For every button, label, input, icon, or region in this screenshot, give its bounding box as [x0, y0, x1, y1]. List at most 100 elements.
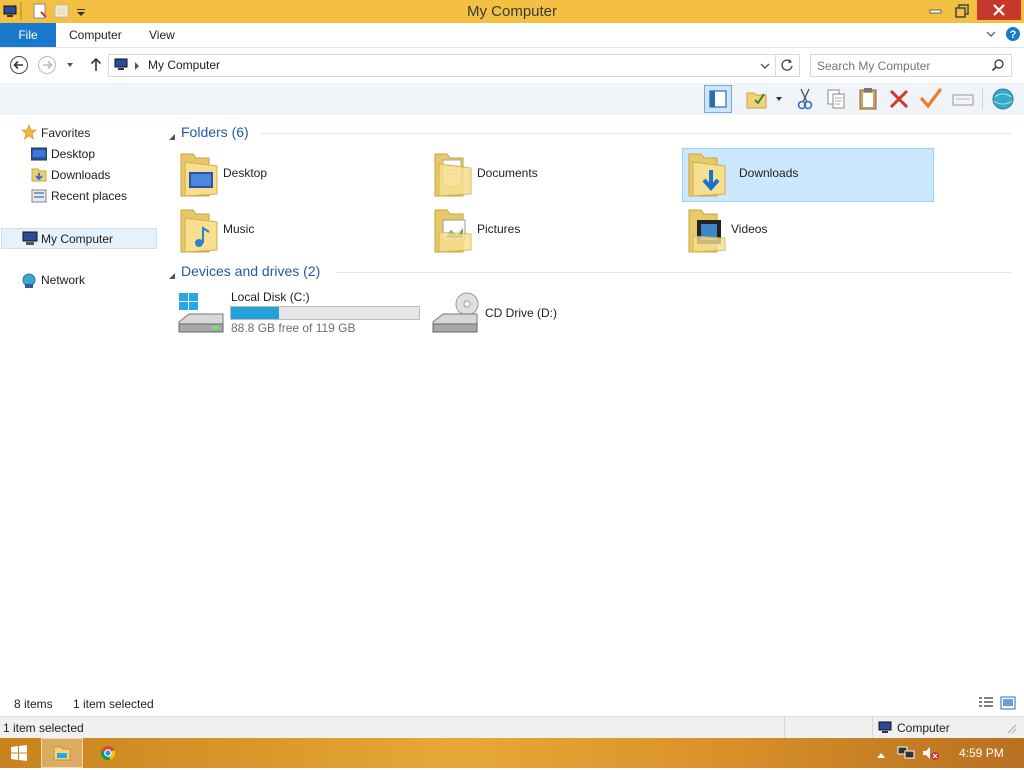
delete-icon	[889, 89, 909, 109]
cut-button[interactable]	[792, 86, 818, 112]
close-icon	[993, 4, 1005, 16]
disk-usage-bar	[230, 306, 420, 320]
folder-videos[interactable]: Videos	[682, 204, 932, 256]
desktop-icon	[30, 147, 48, 161]
chrome-icon	[100, 746, 116, 761]
folder-downloads[interactable]: Downloads	[682, 148, 934, 202]
back-button[interactable]	[9, 55, 29, 75]
volume-muted-icon[interactable]	[922, 745, 940, 764]
rename-button[interactable]	[918, 86, 944, 112]
tile-label: Downloads	[739, 166, 799, 180]
network-button[interactable]	[990, 86, 1016, 112]
file-explorer-icon	[53, 746, 71, 761]
taskbar-explorer-button[interactable]	[41, 738, 83, 768]
nav-label: Desktop	[51, 147, 96, 161]
address-row: My Computer	[0, 48, 1024, 82]
tab-computer[interactable]: Computer	[69, 23, 122, 47]
collapse-icon[interactable]	[168, 128, 176, 144]
nav-label: Recent places	[51, 189, 128, 203]
expand-ribbon-icon[interactable]	[985, 28, 997, 43]
svg-text:?: ?	[1010, 29, 1017, 41]
layout-icon	[709, 90, 727, 108]
windows-logo-icon	[11, 745, 27, 761]
folder-desktop[interactable]: Desktop	[174, 148, 424, 200]
preview-pane-button[interactable]	[704, 85, 732, 113]
tab-file[interactable]: File	[0, 23, 56, 47]
details-view-button[interactable]	[978, 696, 994, 713]
tile-label: CD Drive (D:)	[485, 306, 557, 320]
refresh-icon[interactable]	[780, 58, 794, 75]
large-icons-view-button[interactable]	[1000, 696, 1016, 713]
group-header-folders[interactable]: Folders (6)	[168, 124, 1018, 142]
recent-places-icon	[31, 189, 47, 203]
globe-icon	[992, 88, 1014, 110]
search-icon[interactable]	[991, 58, 1005, 75]
delete-button[interactable]	[886, 86, 912, 112]
divider	[872, 717, 873, 739]
tab-view[interactable]: View	[149, 23, 175, 47]
nav-recent-places[interactable]: Recent places	[31, 186, 151, 206]
breadcrumb-item[interactable]: My Computer	[148, 58, 220, 72]
folder-music[interactable]: Music	[174, 204, 424, 256]
item-count: 8 items	[14, 697, 53, 711]
check-folder-button[interactable]	[744, 86, 770, 112]
star-icon	[21, 124, 37, 140]
clipboard-icon	[859, 88, 877, 110]
tile-label: Music	[223, 222, 255, 236]
clock[interactable]: 4:59 PM	[959, 746, 1004, 760]
network-icon	[21, 273, 37, 288]
location-status: Computer	[897, 721, 950, 735]
checkmark-icon	[920, 88, 942, 109]
copy-button[interactable]	[823, 86, 849, 112]
folder-documents[interactable]: Documents	[428, 148, 678, 200]
computer-icon	[21, 231, 38, 245]
dropdown-arrow-icon[interactable]	[773, 93, 785, 105]
drive-cd[interactable]: CD Drive (D:)	[428, 288, 678, 338]
restore-button[interactable]	[950, 0, 976, 20]
desktop-folder-icon	[179, 150, 219, 201]
drive-icon	[952, 94, 974, 106]
computer-icon	[112, 57, 130, 76]
minimize-button[interactable]	[922, 0, 949, 20]
tile-label: Documents	[477, 166, 538, 180]
show-hidden-icons-icon[interactable]	[876, 748, 886, 762]
taskbar-chrome-button[interactable]	[100, 745, 116, 764]
recent-locations-icon[interactable]	[64, 59, 76, 71]
close-button[interactable]	[977, 0, 1021, 20]
address-history-icon[interactable]	[759, 60, 771, 74]
properties-button[interactable]	[950, 86, 976, 112]
search-input[interactable]	[815, 57, 989, 75]
hard-drive-icon	[177, 292, 225, 339]
breadcrumb-separator-icon[interactable]	[133, 60, 141, 74]
pictures-folder-icon	[433, 206, 473, 257]
paste-button[interactable]	[855, 86, 881, 112]
folder-pictures[interactable]: Pictures	[428, 204, 678, 256]
forward-button[interactable]	[37, 55, 57, 75]
downloads-folder-icon	[687, 150, 727, 201]
taskbar: 4:59 PM	[0, 738, 1024, 768]
nav-network[interactable]: Network	[21, 270, 151, 290]
network-status-icon[interactable]	[897, 745, 915, 764]
nav-label: My Computer	[41, 232, 114, 246]
start-button[interactable]	[10, 745, 28, 764]
nav-desktop[interactable]: Desktop	[30, 144, 151, 164]
drive-local-disk[interactable]: Local Disk (C:) 88.8 GB free of 119 GB	[174, 288, 424, 338]
nav-my-computer[interactable]: My Computer	[1, 228, 157, 249]
collapse-icon[interactable]	[168, 267, 176, 283]
nav-favorites[interactable]: Favorites	[21, 123, 151, 143]
music-folder-icon	[179, 206, 219, 257]
nav-downloads[interactable]: Downloads	[31, 165, 151, 185]
details-view-icon	[979, 697, 993, 707]
divider	[775, 55, 776, 76]
selection-count: 1 item selected	[73, 697, 154, 711]
up-button[interactable]	[86, 55, 106, 75]
address-bar[interactable]: My Computer	[108, 54, 800, 77]
window-title: My Computer	[466, 3, 558, 20]
group-divider	[260, 133, 1012, 134]
search-box[interactable]	[810, 54, 1012, 77]
help-icon[interactable]: ?	[1005, 26, 1021, 45]
group-header-devices[interactable]: Devices and drives (2)	[168, 263, 1018, 281]
resize-grip-icon[interactable]	[1006, 723, 1018, 738]
tile-label: Pictures	[477, 222, 521, 236]
downloads-folder-icon	[31, 168, 47, 182]
